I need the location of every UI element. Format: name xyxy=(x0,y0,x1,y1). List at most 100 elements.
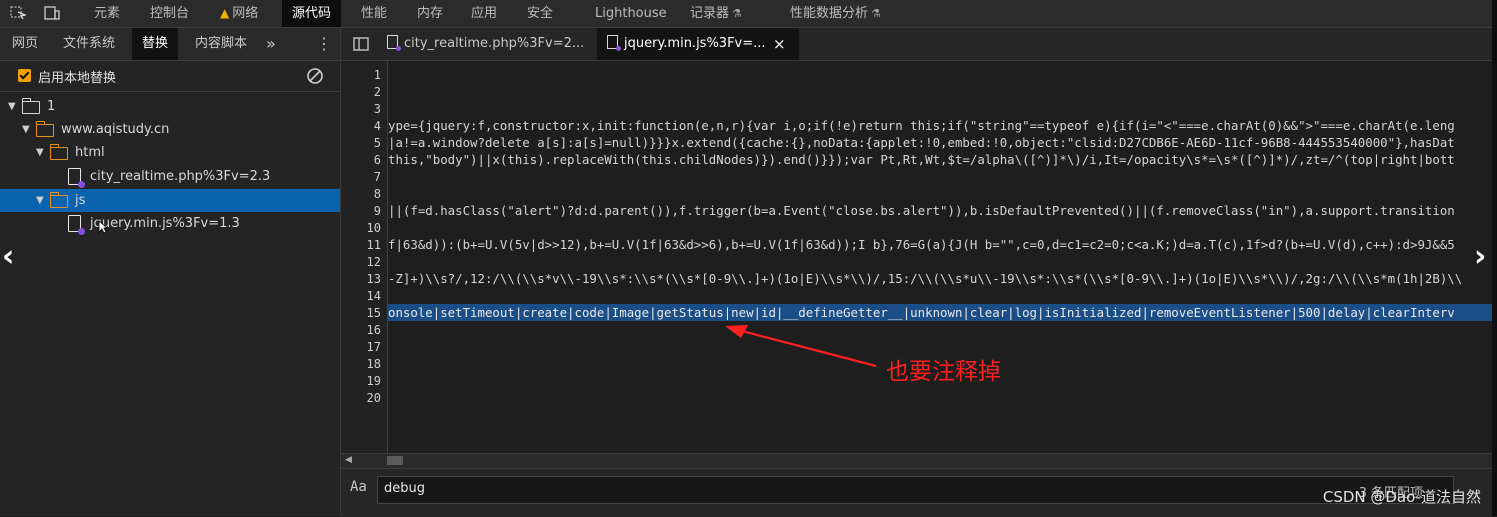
editor-tab-label: city_realtime.php%3Fv=2... xyxy=(404,36,585,51)
tab-recorder-label: 记录器 xyxy=(690,6,730,21)
tree-item-label: js xyxy=(75,193,86,208)
more-tabs-button[interactable]: » xyxy=(266,28,276,60)
chevron-down-icon[interactable]: ▼ xyxy=(36,189,44,212)
line-number[interactable]: 12 xyxy=(341,255,381,269)
tab-performance-insights[interactable]: 性能数据分析 ⚗ xyxy=(790,0,881,27)
editor-tab-jquery[interactable]: jquery.min.js%3Fv=... × xyxy=(597,28,799,60)
scroll-left-icon[interactable]: ◀ xyxy=(345,454,352,467)
code-line-4: ype={jquery:f,constructor:x,init:functio… xyxy=(388,118,1455,133)
code-line-6: this,"body")||x(this).replaceWith(this.c… xyxy=(388,152,1455,167)
code-editor[interactable]: 1 2 3 4 5 6 7 8 9 10 11 12 13 14 15 16 17 18 19 20 ype={jqu… xyxy=(341,61,1492,453)
tab-overrides[interactable]: 替换 xyxy=(132,28,179,60)
line-number-gutter: 1 2 3 4 5 6 7 8 9 10 11 12 13 14 15 16 17 18 19 20 xyxy=(341,61,388,453)
tree-item-root[interactable]: ▼ 1 xyxy=(0,95,340,118)
line-number[interactable]: 3 xyxy=(341,102,381,116)
line-number[interactable]: 1 xyxy=(341,68,381,82)
mouse-cursor-icon xyxy=(98,220,108,234)
editor-tab-bar: city_realtime.php%3Fv=2... jquery.min.js… xyxy=(341,28,1492,61)
tab-elements[interactable]: 元素 xyxy=(94,0,120,27)
tab-memory[interactable]: 内存 xyxy=(417,0,443,27)
code-line-13: -Z]+)\\s?/,12:/\\(\\s*v\\-19\\s*:\\s*(\\… xyxy=(388,271,1463,286)
line-number[interactable]: 4 xyxy=(341,119,381,133)
horizontal-scrollbar[interactable]: ◀ xyxy=(341,453,1492,468)
line-number[interactable]: 7 xyxy=(341,170,381,184)
chevron-down-icon[interactable]: ▼ xyxy=(36,141,44,164)
flask-icon: ⚗ xyxy=(871,7,881,20)
clear-overrides-icon[interactable] xyxy=(306,67,324,85)
scrollbar-thumb[interactable] xyxy=(387,456,403,465)
line-number[interactable]: 8 xyxy=(341,187,381,201)
watermark: CSDN @Dao-道法自然 xyxy=(1322,488,1481,506)
file-icon xyxy=(387,35,401,51)
line-number[interactable]: 11 xyxy=(341,238,381,252)
tab-content-scripts[interactable]: 内容脚本 xyxy=(195,28,247,60)
enable-overrides-label: 启用本地替换 xyxy=(38,71,117,86)
next-arrow-icon[interactable]: › xyxy=(1474,242,1486,272)
tab-console[interactable]: 控制台 xyxy=(150,0,189,27)
toggle-navigator-icon[interactable] xyxy=(353,37,369,51)
sources-navigator: 网页 文件系统 替换 内容脚本 » ⋮ 启用本地替换 ▼ 1 ▼ www.aqi… xyxy=(0,28,341,516)
folder-icon xyxy=(50,144,68,160)
line-number[interactable]: 19 xyxy=(341,374,381,388)
editor-tab-label: jquery.min.js%3Fv=... xyxy=(624,36,766,51)
tab-sources[interactable]: 源代码 xyxy=(282,0,342,27)
file-icon xyxy=(607,35,621,51)
close-icon[interactable]: × xyxy=(773,28,786,60)
code-line-11: f|63&d)):(b+=U.V(5v|d>>12),b+=U.V(1f|63&… xyxy=(388,237,1455,252)
line-number[interactable]: 18 xyxy=(341,357,381,371)
tab-page[interactable]: 网页 xyxy=(12,28,38,60)
code-content[interactable]: ype={jquery:f,constructor:x,init:functio… xyxy=(388,61,1492,453)
tree-item-domain[interactable]: ▼ www.aqistudy.cn xyxy=(0,118,340,141)
tree-item-label: html xyxy=(75,145,105,160)
folder-icon xyxy=(50,192,68,208)
line-number[interactable]: 2 xyxy=(341,85,381,99)
line-number[interactable]: 15 xyxy=(341,306,381,320)
tree-item-html-file[interactable]: city_realtime.php%3Fv=2.3 xyxy=(0,165,340,188)
regex-toggle-icon[interactable]: Aa xyxy=(350,479,367,495)
tab-performance[interactable]: 性能 xyxy=(361,0,387,27)
tab-filesystem[interactable]: 文件系统 xyxy=(63,28,115,60)
code-line-15-selected: onsole|setTimeout|create|code|Image|getS… xyxy=(388,304,1492,321)
enable-overrides-checkbox[interactable] xyxy=(18,69,31,82)
tab-network[interactable]: ▲ 网络 xyxy=(220,0,258,27)
search-input[interactable]: debug 3 条匹配项 xyxy=(377,476,1454,504)
devtools-tab-bar: 元素 控制台 ▲ 网络 源代码 性能 内存 应用 安全 Lighthouse 记录… xyxy=(0,0,1497,28)
tree-item-js-file[interactable]: jquery.min.js%3Fv=1.3 xyxy=(0,212,340,235)
tab-recorder[interactable]: 记录器 ⚗ xyxy=(690,0,742,27)
tree-item-label: www.aqistudy.cn xyxy=(61,122,170,137)
warning-icon: ▲ xyxy=(220,6,230,20)
tree-item-js-folder[interactable]: ▼ js xyxy=(0,189,340,212)
chevron-down-icon[interactable]: ▼ xyxy=(22,118,30,141)
tab-security[interactable]: 安全 xyxy=(527,0,553,27)
line-number[interactable]: 14 xyxy=(341,289,381,303)
window-edge xyxy=(1492,0,1497,516)
tab-network-label: 网络 xyxy=(232,6,259,21)
line-number[interactable]: 9 xyxy=(341,204,381,218)
folder-icon xyxy=(36,121,54,137)
tab-application[interactable]: 应用 xyxy=(471,0,497,27)
line-number[interactable]: 13 xyxy=(341,272,381,286)
previous-arrow-icon[interactable]: ‹ xyxy=(2,242,14,272)
line-number[interactable]: 20 xyxy=(341,391,381,405)
line-number[interactable]: 5 xyxy=(341,136,381,150)
code-line-9: ||(f=d.hasClass("alert")?d:d.parent()),f… xyxy=(388,203,1455,218)
annotation-text: 也要注释掉 xyxy=(886,359,1001,385)
tab-lighthouse[interactable]: Lighthouse xyxy=(595,0,667,27)
find-bar: Aa debug 3 条匹配项 xyxy=(341,468,1492,517)
tree-item-html-folder[interactable]: ▼ html xyxy=(0,141,340,164)
file-icon xyxy=(68,215,85,235)
file-icon xyxy=(68,168,85,188)
search-input-value: debug xyxy=(384,481,425,496)
chevron-down-icon[interactable]: ▼ xyxy=(8,95,16,118)
line-number[interactable]: 10 xyxy=(341,221,381,235)
code-line-5: |a!=a.window?delete a[s]:a[s]=null)}}}x.… xyxy=(388,135,1455,150)
navigator-menu-button[interactable]: ⋮ xyxy=(316,28,332,60)
line-number[interactable]: 6 xyxy=(341,153,381,167)
device-toolbar-icon[interactable] xyxy=(44,6,60,20)
tree-item-label: jquery.min.js%3Fv=1.3 xyxy=(90,216,240,231)
line-number[interactable]: 16 xyxy=(341,323,381,337)
editor-tab-city-realtime[interactable]: city_realtime.php%3Fv=2... xyxy=(387,28,584,60)
line-number[interactable]: 17 xyxy=(341,340,381,354)
inspect-element-icon[interactable] xyxy=(10,6,26,20)
tab-performance-insights-label: 性能数据分析 xyxy=(790,6,869,21)
